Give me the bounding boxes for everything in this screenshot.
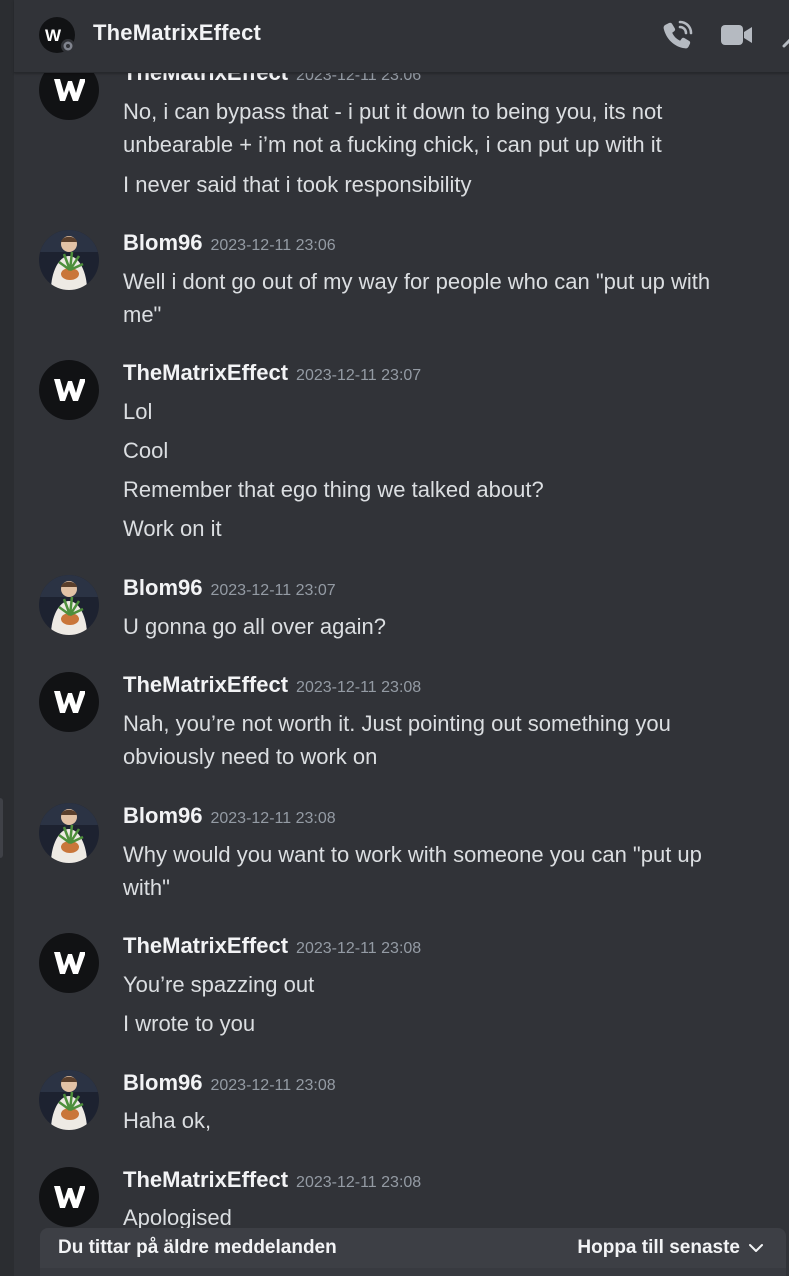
message-timestamp: 2023-12-11 23:08 [296,679,422,696]
message-timestamp: 2023-12-11 23:08 [210,1077,336,1094]
message-author[interactable]: TheMatrixEffect [123,933,288,958]
pin-icon[interactable] [778,18,789,52]
message-group: TheMatrixEffect 2023-12-11 23:08 Nah, you’… [39,672,739,769]
message-group: TheMatrixEffect 2023-12-11 23:08 Apologise… [39,1167,739,1235]
message-timestamp: 2023-12-11 23:08 [210,810,336,827]
message-content: I never said that i took responsibility [123,172,472,197]
message-content: Remember that ego thing we talked about? [123,477,544,502]
avatar[interactable] [39,933,99,993]
avatar[interactable] [39,1167,99,1227]
message-input-edge [40,1268,786,1276]
message-author[interactable]: Blom96 [123,575,202,600]
server-sidebar-edge [0,0,14,1276]
message-timestamp: 2023-12-11 23:08 [296,1174,422,1191]
avatar[interactable] [39,672,99,732]
dm-header: W TheMatrixEffect [14,0,789,73]
avatar[interactable] [39,360,99,420]
message-author[interactable]: Blom96 [123,230,202,255]
older-messages-text: Du tittar på äldre meddelanden [58,1237,337,1258]
message-group: Blom96 2023-12-11 23:08 Why would you want… [39,803,739,900]
message-group: TheMatrixEffect 2023-12-11 23:08 You’re sp… [39,933,739,1041]
message-group: Blom96 2023-12-11 23:08 Haha ok, [39,1070,739,1138]
message-timestamp: 2023-12-11 23:07 [210,582,336,599]
jump-to-present-button[interactable]: Hoppa till senaste [577,1237,740,1259]
avatar[interactable] [39,230,99,290]
message-timestamp: 2023-12-11 23:08 [296,940,422,957]
message-content: Work on it [123,516,222,541]
svg-text:W: W [45,26,62,45]
message-author[interactable]: TheMatrixEffect [123,1167,288,1192]
header-avatar[interactable]: W [39,17,75,53]
message-timestamp: 2023-12-11 23:07 [296,367,422,384]
message-group: TheMatrixEffect 2023-12-11 23:07 Lol Cool Re… [39,360,739,546]
message-author[interactable]: TheMatrixEffect [123,672,288,697]
message-content: Nah, you’re not worth it. Just pointing … [123,711,671,769]
scroll-indicator [0,798,3,858]
avatar[interactable] [39,1070,99,1130]
message-author[interactable]: Blom96 [123,1070,202,1095]
message-content: Cool [123,438,169,463]
message-author[interactable]: Blom96 [123,803,202,828]
message-content: Why would you want to work with someone … [123,842,702,900]
message-group: TheMatrixEffect2023-12-11 23:06No, i can… [39,60,739,202]
message-content: Haha ok, [123,1108,212,1133]
dm-title[interactable]: TheMatrixEffect [93,20,261,46]
message-content: You’re spazzing out [123,972,315,997]
message-content: Well i dont go out of my way for people … [123,269,711,327]
older-messages-banner[interactable]: Du tittar på äldre meddelanden Hoppa til… [40,1228,786,1268]
video-camera-icon[interactable] [720,18,754,52]
message-content: I wrote to you [123,1011,256,1036]
chevron-down-icon [749,1244,763,1252]
avatar[interactable] [39,803,99,863]
avatar[interactable] [39,575,99,635]
message-timestamp: 2023-12-11 23:06 [210,237,336,254]
message-content: U gonna go all over again? [123,614,386,639]
message-author[interactable]: TheMatrixEffect [123,360,288,385]
message-content: No, i can bypass that - i put it down to… [123,99,663,157]
message-group: Blom96 2023-12-11 23:06 Well i dont go out… [39,230,739,327]
message-group: Blom96 2023-12-11 23:07 U gonna go all ove… [39,575,739,644]
message-content: Lol [123,399,153,424]
phone-call-icon[interactable] [661,18,695,52]
